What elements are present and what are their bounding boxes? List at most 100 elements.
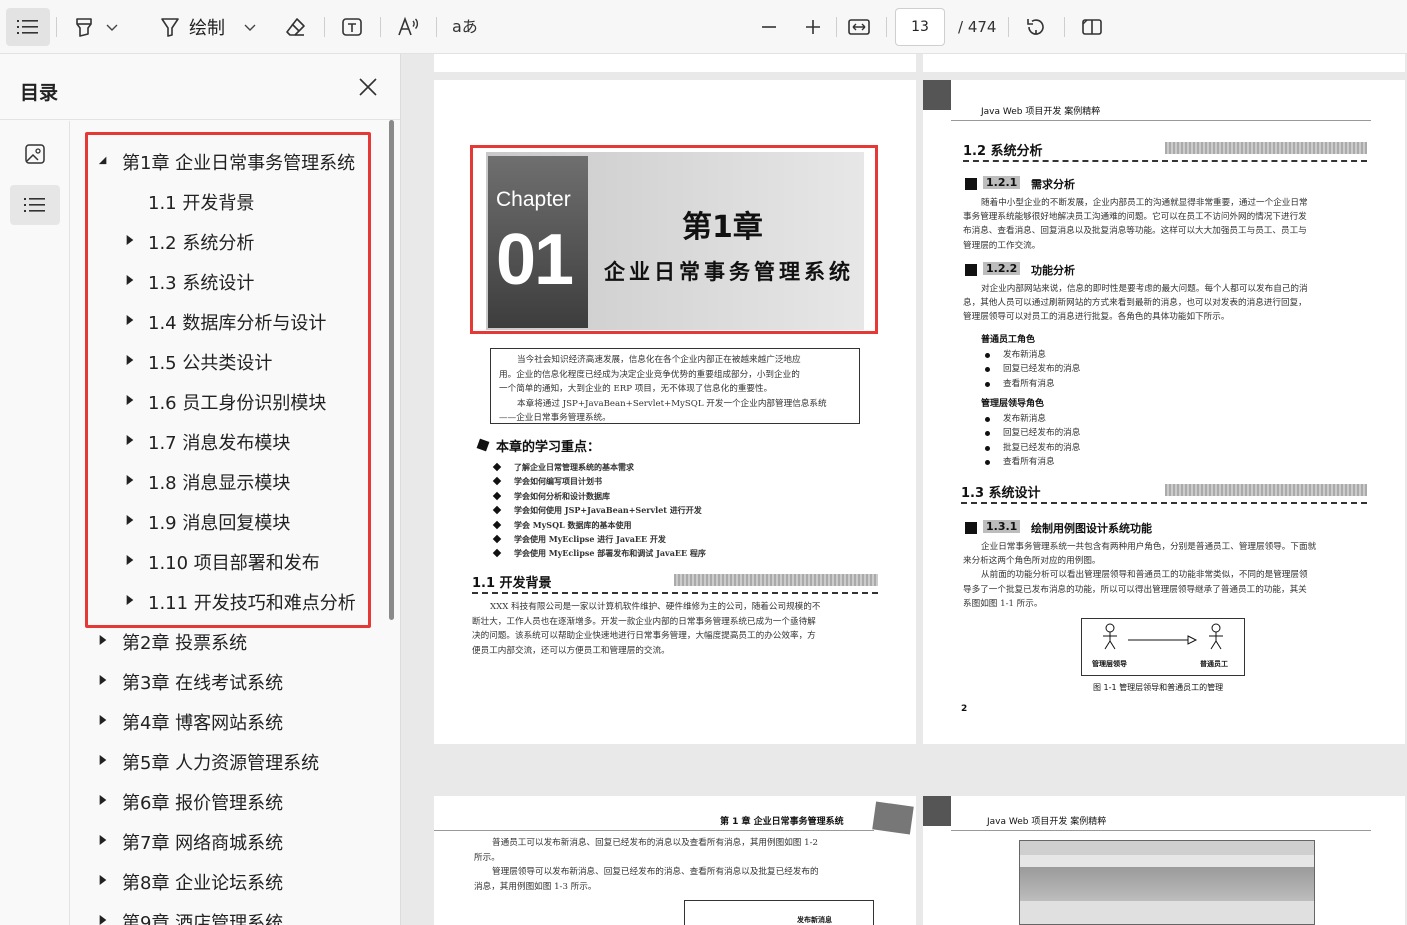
collapsed-triangle-icon[interactable] <box>98 753 108 767</box>
expanded-triangle-icon[interactable] <box>98 153 108 167</box>
toc-item[interactable]: 1.1 开发背景 <box>70 185 388 215</box>
collapsed-triangle-icon[interactable] <box>125 353 135 367</box>
focus-item: 学会 MySQL 数据库的基本使用 <box>514 519 632 530</box>
page-number-input[interactable]: 13 <box>895 8 945 46</box>
collapsed-triangle-icon[interactable] <box>98 873 108 887</box>
rotate-icon <box>1027 19 1044 35</box>
chevron-down-icon <box>244 24 256 31</box>
toc-item[interactable]: 1.5 公共类设计 <box>70 345 388 375</box>
toc-item[interactable]: 第1章 企业日常事务管理系统 <box>70 145 388 175</box>
subsection-icon <box>965 178 977 190</box>
toc-item-label: 第4章 博客网站系统 <box>122 713 284 734</box>
body-text-line: ——企业日常事务管理系统。 <box>499 413 611 423</box>
toc-item-label: 第6章 报价管理系统 <box>122 793 284 814</box>
actor-label: 普通员工 <box>1200 660 1228 668</box>
toolbar-divider <box>380 17 381 37</box>
collapsed-triangle-icon[interactable] <box>125 473 135 487</box>
highlight-button[interactable] <box>66 8 126 46</box>
toc-item-label: 第7章 网络商城系统 <box>122 833 284 854</box>
toc-item[interactable]: 第8章 企业论坛系统 <box>70 865 388 895</box>
toc-item[interactable]: 第5章 人力资源管理系统 <box>70 745 388 775</box>
toc-item[interactable]: 第4章 博客网站系统 <box>70 705 388 735</box>
actor-icon <box>1209 623 1223 650</box>
body-text-line: 当今社会知识经济高速发展，信息化在各个企业内部正在被越来越广泛地应 <box>517 355 801 365</box>
browser-screenshot <box>1019 840 1315 925</box>
toc-item[interactable]: 第3章 在线考试系统 <box>70 665 388 695</box>
toc-item[interactable]: 1.7 消息发布模块 <box>70 425 388 455</box>
bullet-icon <box>492 505 502 515</box>
collapsed-triangle-icon[interactable] <box>98 713 108 727</box>
toc-item[interactable]: 第6章 报价管理系统 <box>70 785 388 815</box>
toc-item[interactable]: 1.3 系统设计 <box>70 265 388 295</box>
toc-item[interactable]: 第7章 网络商城系统 <box>70 825 388 855</box>
toc-item[interactable]: 1.2 系统分析 <box>70 225 388 255</box>
actor-icon <box>1103 623 1117 650</box>
translate-icon: aあ <box>452 17 477 36</box>
toolbar-divider <box>836 17 837 37</box>
page-bottom-left: 第 1 章 企业日常事务管理系统 普通员工可以发布新消息、回复已经发布的消息以及… <box>434 796 916 925</box>
toc-item[interactable]: 第9章 酒店管理系统 <box>70 905 388 925</box>
collapsed-triangle-icon[interactable] <box>125 393 135 407</box>
toc-item[interactable]: 1.6 员工身份识别模块 <box>70 385 388 415</box>
document-viewport[interactable]: Chapter 01 第1章 企业日常事务管理系统 当今社会知识经济高速发展，信… <box>401 54 1407 925</box>
close-sidebar-button[interactable] <box>356 75 380 99</box>
page-corner-block <box>923 796 951 826</box>
subsection-number: 1.3.1 <box>983 520 1021 533</box>
zoom-out-button[interactable] <box>752 8 786 46</box>
toolbar-divider <box>436 17 437 37</box>
toc-item[interactable]: 1.9 消息回复模块 <box>70 505 388 535</box>
body-text-line: 普通员工可以发布新消息、回复已经发布的消息以及查看所有消息，其用例图如图 1-2 <box>492 838 818 848</box>
draw-label: 绘制 <box>189 18 225 39</box>
body-text-line: 企业日常事务管理系统一共包含有两种用户角色，分别是普通员工、管理层领导。下面就 <box>981 542 1317 552</box>
toc-tab[interactable] <box>10 185 60 225</box>
generalization-arrow <box>1128 635 1198 645</box>
minus-icon <box>762 26 776 28</box>
collapsed-triangle-icon[interactable] <box>125 313 135 327</box>
translate-button[interactable]: aあ <box>446 8 482 46</box>
collapsed-triangle-icon[interactable] <box>125 513 135 527</box>
role-heading: 普通员工角色 <box>981 335 1036 345</box>
eraser-icon <box>286 18 305 36</box>
sidebar-header: 目录 <box>0 54 400 120</box>
toc-item[interactable]: 1.11 开发技巧和难点分析 <box>70 585 388 615</box>
section-rule <box>961 502 1367 504</box>
collapsed-triangle-icon[interactable] <box>98 913 108 925</box>
rotate-button[interactable] <box>1018 8 1054 46</box>
draw-button[interactable]: 绘制 <box>150 8 266 46</box>
collapsed-triangle-icon[interactable] <box>98 793 108 807</box>
collapsed-triangle-icon[interactable] <box>125 233 135 247</box>
thumbnails-tab[interactable] <box>10 134 60 174</box>
collapsed-triangle-icon[interactable] <box>125 433 135 447</box>
body-text-line: 息，其他人员可以通过刷新网站的方式来看到最新的消息，也可以对发表的消息进行回复， <box>963 298 1307 309</box>
collapsed-triangle-icon[interactable] <box>98 833 108 847</box>
erase-button[interactable] <box>278 8 314 46</box>
collapsed-triangle-icon[interactable] <box>125 273 135 287</box>
toc-item[interactable]: 第2章 投票系统 <box>70 625 388 655</box>
page-view-button[interactable] <box>1074 8 1110 46</box>
collapsed-triangle-icon[interactable] <box>125 553 135 567</box>
focus-item: 学会使用 MyEclipse 进行 JavaEE 开发 <box>514 534 666 544</box>
toc-item-label: 1.8 消息显示模块 <box>148 473 291 494</box>
body-text-line: 随着中小型企业的不断发展，企业内部员工的沟通就显得非常重要，通过一个企业日常 <box>981 198 1308 208</box>
running-header: Java Web 项目开发 案例精粹 <box>981 107 1101 117</box>
text-box-button[interactable] <box>334 8 370 46</box>
toc-item-label: 第8章 企业论坛系统 <box>122 873 284 894</box>
use-case-label: 发布新消息 <box>797 916 832 924</box>
toc-toggle-button[interactable] <box>6 8 50 46</box>
fit-width-icon <box>848 19 870 35</box>
collapsed-triangle-icon[interactable] <box>98 633 108 647</box>
page-corner-block <box>923 80 951 110</box>
fit-width-button[interactable] <box>842 8 876 46</box>
toc-item-label: 1.10 项目部署和发布 <box>148 553 320 574</box>
collapsed-triangle-icon[interactable] <box>98 673 108 687</box>
toc-scrollbar[interactable] <box>389 120 394 620</box>
read-aloud-button[interactable] <box>390 8 426 46</box>
role-item: 发布新消息 <box>1003 350 1046 360</box>
collapsed-triangle-icon[interactable] <box>125 593 135 607</box>
body-text-line: 从前面的功能分析可以看出管理层领导和普通员工的功能非常类似，不同的是管理层领 <box>981 570 1308 581</box>
toc-item[interactable]: 1.8 消息显示模块 <box>70 465 388 495</box>
zoom-in-button[interactable] <box>796 8 830 46</box>
toc-item[interactable]: 1.10 项目部署和发布 <box>70 545 388 575</box>
bullet-icon <box>492 462 502 472</box>
toc-item[interactable]: 1.4 数据库分析与设计 <box>70 305 388 335</box>
